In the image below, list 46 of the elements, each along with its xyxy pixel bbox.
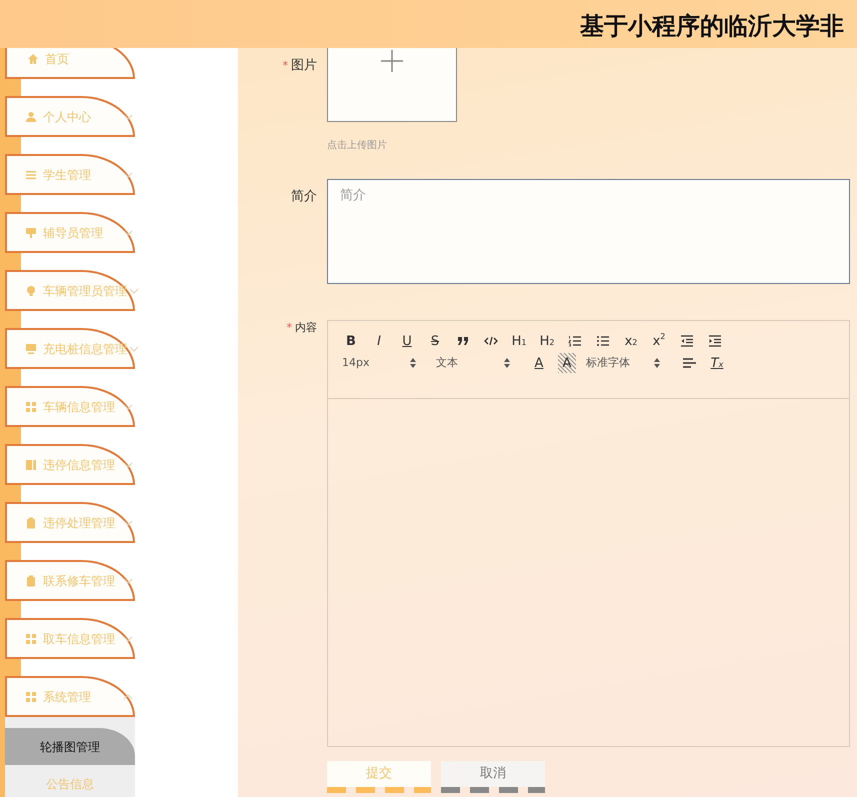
chevron-down-icon bbox=[123, 230, 133, 236]
menu-lines-icon bbox=[25, 168, 37, 180]
field-label: * 图片 bbox=[282, 58, 317, 73]
format-button[interactable]: B bbox=[342, 331, 360, 351]
format-button[interactable]: U bbox=[398, 331, 416, 351]
grid-icon bbox=[25, 690, 37, 702]
chevron-down-icon bbox=[123, 172, 133, 178]
chevron-down-icon bbox=[129, 346, 139, 352]
updown-caret-icon bbox=[410, 358, 416, 368]
toolbar-select[interactable]: 14px bbox=[342, 354, 416, 372]
chevron-down-icon bbox=[123, 636, 133, 642]
format-button[interactable]: x$^{2}$ bbox=[650, 331, 668, 351]
toolbar-select[interactable]: 标准字体 bbox=[586, 354, 660, 372]
chevron-down-icon bbox=[123, 462, 133, 468]
clipboard-icon bbox=[25, 516, 37, 528]
field-label: 简介 bbox=[291, 189, 317, 204]
submenu-item[interactable]: 轮播图管理 bbox=[5, 728, 135, 765]
grid-icon bbox=[25, 632, 37, 644]
plus-icon bbox=[381, 50, 403, 72]
home-icon bbox=[27, 52, 39, 64]
chevron-down-icon bbox=[123, 404, 133, 410]
grid-icon bbox=[25, 400, 37, 412]
toolbar-select[interactable]: 文本 bbox=[436, 354, 510, 372]
upload-hint: 点击上传图片 bbox=[327, 138, 388, 153]
bulb-icon bbox=[25, 284, 37, 296]
format-button[interactable]: A bbox=[558, 353, 576, 373]
chevron-up-icon bbox=[123, 694, 133, 700]
chevron-down-icon bbox=[123, 578, 133, 584]
format-button[interactable]: A bbox=[530, 353, 548, 373]
format-button[interactable]: I bbox=[370, 331, 388, 351]
app-title: 基于小程序的临沂大学非 bbox=[580, 11, 844, 42]
format-button[interactable]: S bbox=[426, 331, 444, 351]
user-icon bbox=[25, 110, 37, 122]
monitor-icon bbox=[25, 342, 37, 354]
clipboard-icon bbox=[25, 574, 37, 586]
image-upload-box[interactable] bbox=[327, 48, 457, 122]
book-icon bbox=[25, 458, 37, 470]
chevron-down-icon bbox=[123, 520, 133, 526]
chevron-down-icon bbox=[129, 288, 139, 294]
field-label: * 内容 bbox=[286, 321, 317, 334]
cancel-button[interactable]: 取消 bbox=[441, 761, 545, 793]
updown-caret-icon bbox=[654, 358, 660, 368]
intro-textarea[interactable]: 简介 bbox=[327, 179, 850, 284]
chevron-down-icon bbox=[123, 114, 133, 120]
signboard-icon bbox=[25, 226, 37, 238]
updown-caret-icon bbox=[504, 358, 510, 368]
